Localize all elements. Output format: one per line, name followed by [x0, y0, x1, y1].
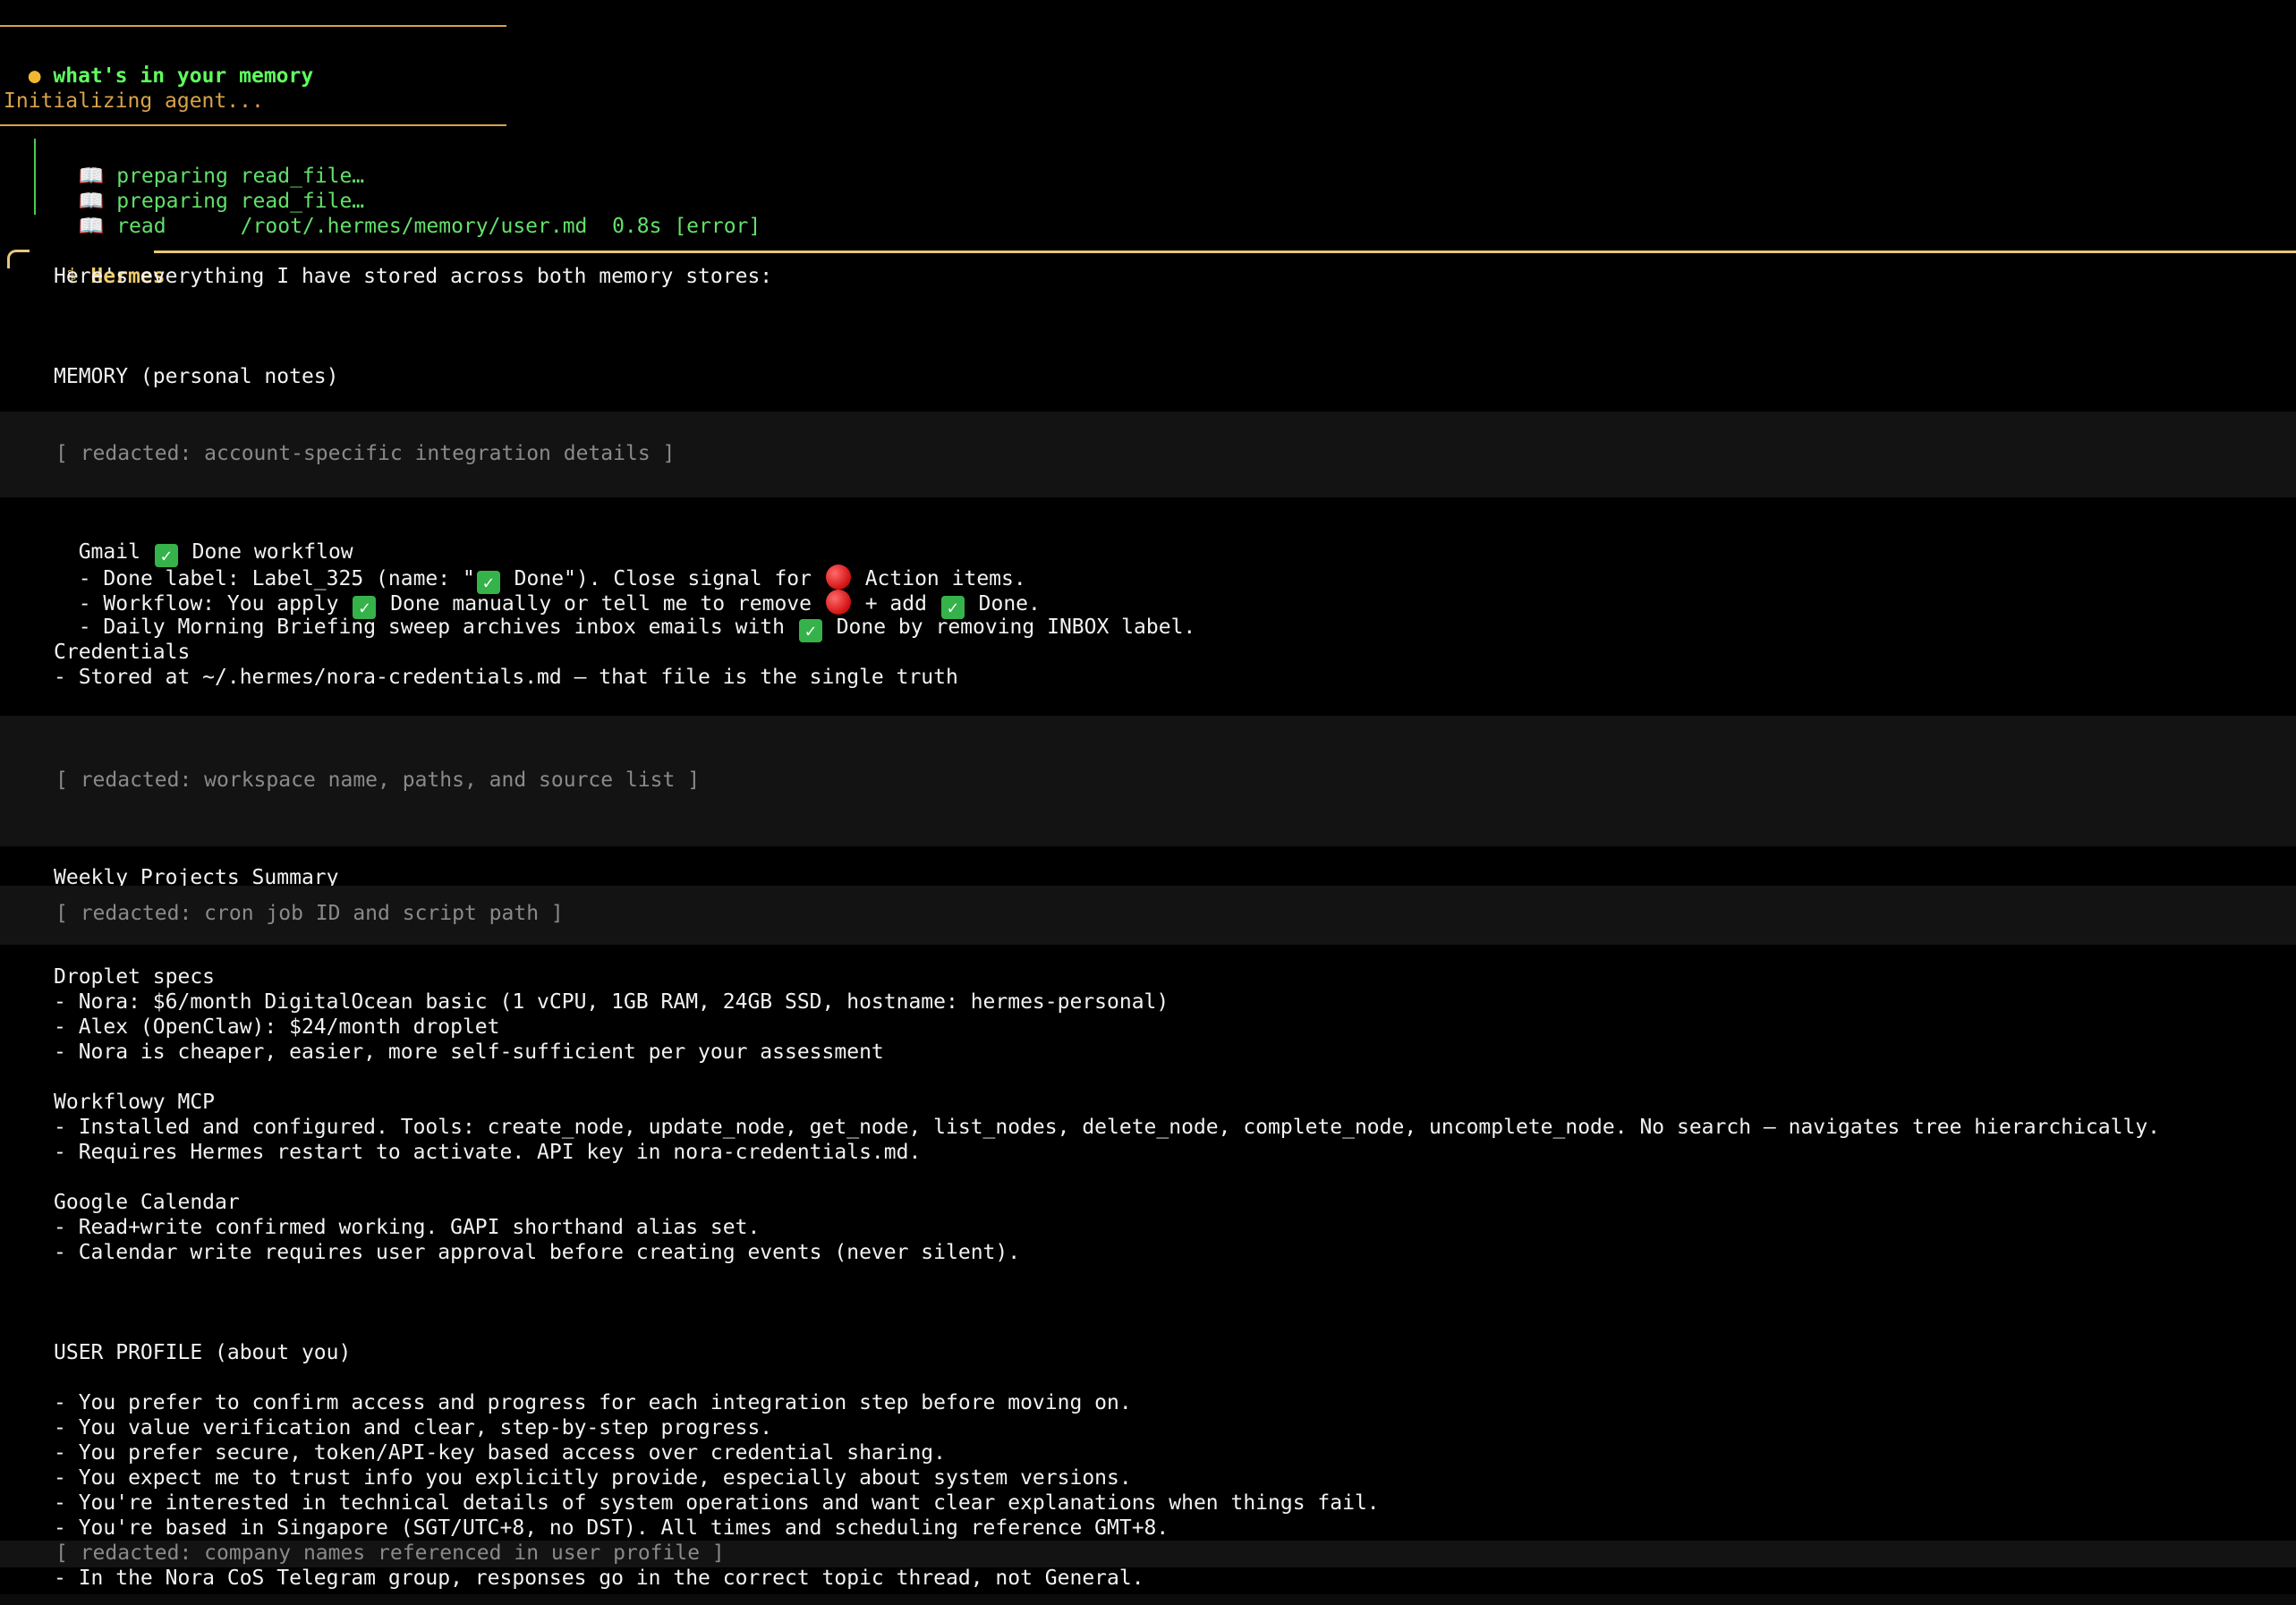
credentials-line-1: - Stored at ~/.hermes/nora-credentials.m… [54, 666, 958, 689]
droplet-line-3: - Nora is cheaper, easier, more self-suf… [54, 1040, 884, 1064]
memory-heading: MEMORY (personal notes) [54, 365, 339, 388]
user-profile-line-1: - You prefer to confirm access and progr… [54, 1391, 1132, 1414]
initializing-status: Initializing agent... [4, 89, 264, 113]
user-profile-heading: USER PROFILE (about you) [54, 1341, 352, 1364]
gmail-line-3: - Daily Morning Briefing sweep archives … [54, 590, 1195, 642]
redacted-text-2: [ redacted: workspace name, paths, and s… [55, 769, 701, 792]
redacted-text-1: [ redacted: account-specific integration… [55, 442, 676, 465]
text-seg: - Daily Morning Briefing sweep archives … [78, 616, 797, 639]
gcal-line-1: - Read+write confirmed working. GAPI sho… [54, 1216, 761, 1239]
response-frame-corner [7, 250, 30, 268]
user-profile-line-6: - You're based in Singapore (SGT/UTC+8, … [54, 1516, 1169, 1540]
user-profile-line-3: - You prefer secure, token/API-key based… [54, 1441, 946, 1465]
agent-intro: Here's everything I have stored across b… [54, 265, 773, 288]
droplet-title: Droplet specs [54, 965, 216, 989]
status-strip [0, 1594, 2296, 1605]
user-profile-last-line: - In the Nora CoS Telegram group, respon… [54, 1567, 1144, 1590]
gcal-title: Google Calendar [54, 1191, 240, 1214]
workflowy-title: Workflowy MCP [54, 1091, 216, 1114]
agent-header-rule [154, 251, 2296, 253]
gcal-line-2: - Calendar write requires user approval … [54, 1241, 1021, 1264]
credentials-title: Credentials [54, 641, 191, 664]
workflowy-line-1: - Installed and configured. Tools: creat… [54, 1116, 2161, 1139]
redacted-text-4: [ redacted: company names referenced in … [55, 1541, 725, 1565]
user-profile-line-4: - You expect me to trust info you explic… [54, 1466, 1132, 1490]
tool-line-text: read /root/.hermes/memory/user.md 0.8s [… [116, 215, 761, 238]
droplet-line-2: - Alex (OpenClaw): $24/month droplet [54, 1015, 500, 1039]
user-profile-line-2: - You value verification and clear, step… [54, 1416, 773, 1439]
check-icon: ✓ [798, 619, 822, 642]
book-icon: 📖 [78, 215, 105, 238]
tool-line-3: 📖 read /root/.hermes/memory/user.md 0.8s… [54, 189, 761, 239]
redacted-text-3: [ redacted: cron job ID and script path … [55, 902, 564, 925]
prompt-bullet-icon: ● [28, 64, 41, 88]
user-prompt-text: what's in your memory [53, 64, 314, 88]
tool-activity-bar [34, 139, 36, 215]
init-divider [0, 124, 506, 126]
top-divider [0, 25, 506, 27]
user-profile-line-5: - You're interested in technical details… [54, 1491, 1380, 1515]
droplet-line-1: - Nora: $6/month DigitalOcean basic (1 v… [54, 990, 1169, 1014]
workflowy-line-2: - Requires Hermes restart to activate. A… [54, 1141, 922, 1164]
text-seg: Done by removing INBOX label. [823, 616, 1196, 639]
user-prompt-line: ● what's in your memory [4, 38, 314, 89]
